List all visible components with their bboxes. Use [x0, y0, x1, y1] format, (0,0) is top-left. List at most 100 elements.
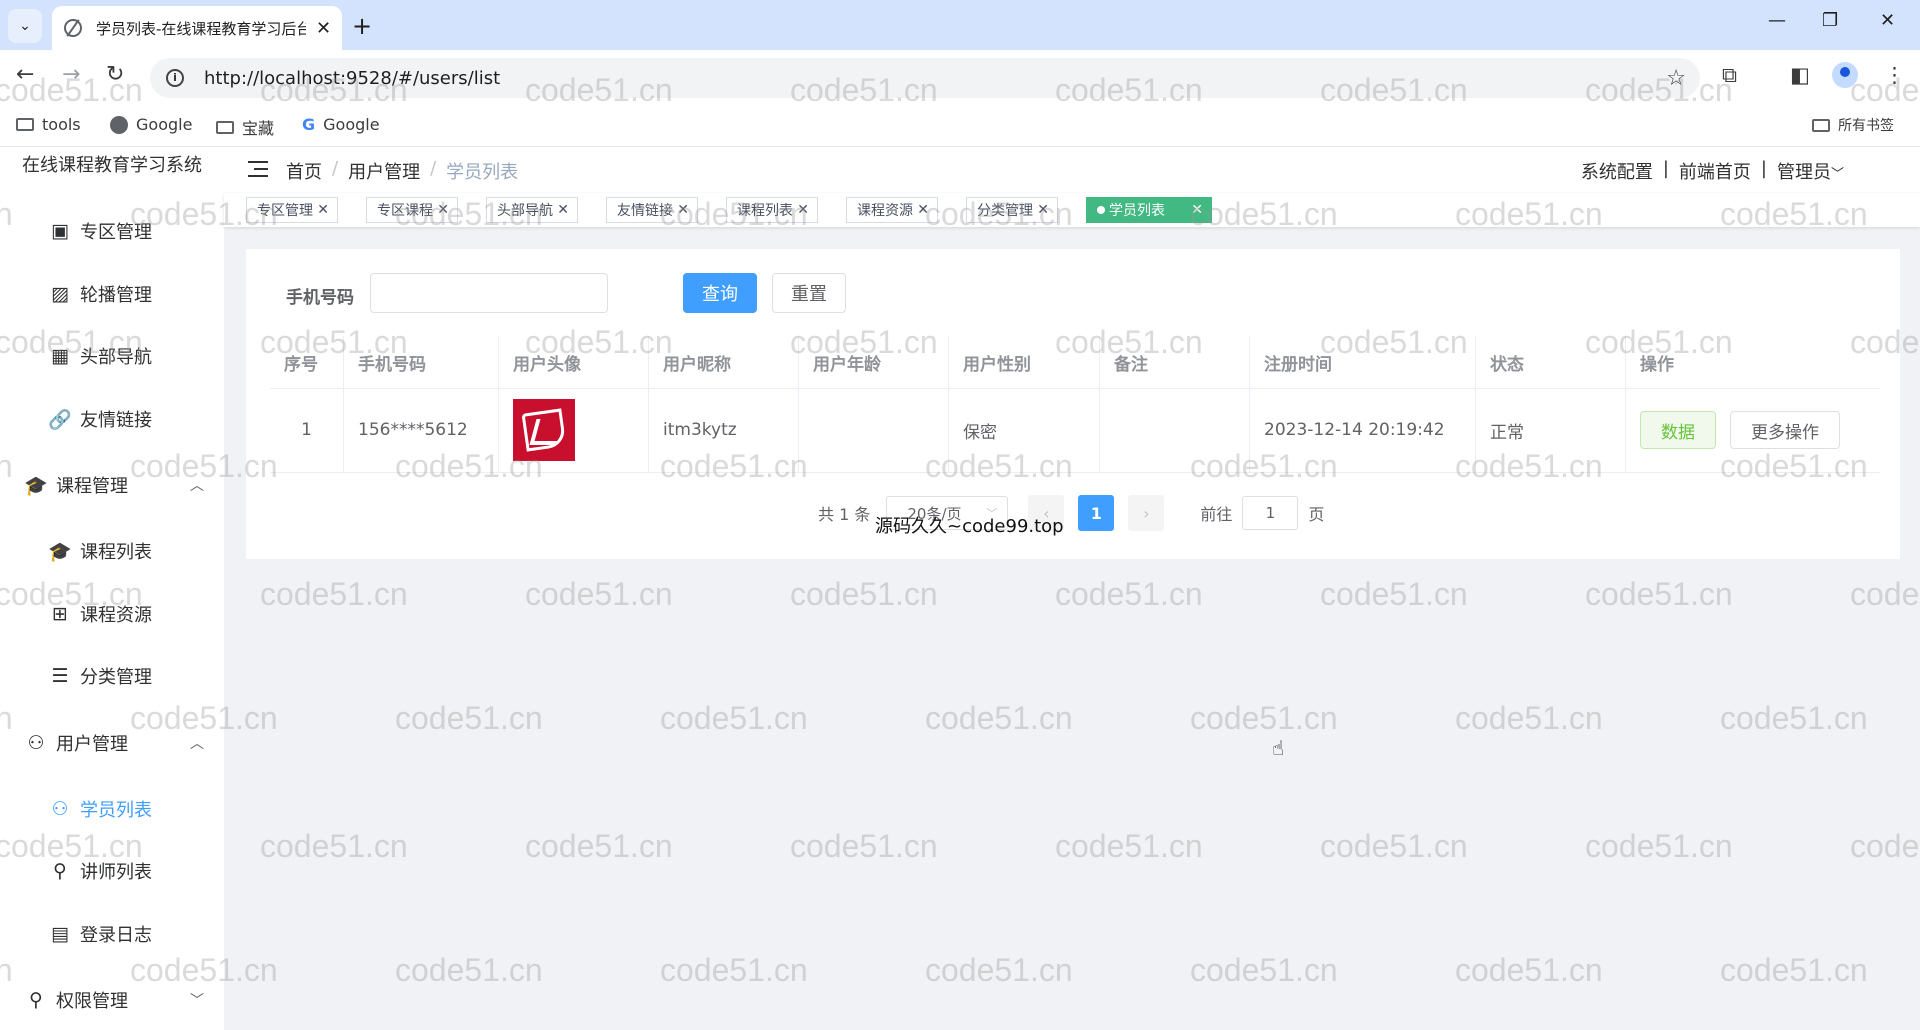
watermark-text: code51.cn — [1320, 828, 1468, 864]
phone-search-input[interactable] — [370, 273, 608, 313]
watermark-text: code51.cn — [790, 576, 938, 612]
sidebar-group-permission[interactable]: ⚲ 权限管理 ﹀ — [24, 987, 204, 1013]
sidebar-item-carousel[interactable]: ▨ 轮播管理 — [48, 281, 152, 307]
watermark-text: code51.cn — [1850, 576, 1920, 612]
next-page-button[interactable]: › — [1128, 495, 1165, 531]
close-icon[interactable]: ✕ — [797, 202, 809, 218]
user-avatar-image[interactable] — [513, 399, 575, 461]
close-icon[interactable]: ✕ — [677, 202, 689, 218]
admin-dropdown[interactable]: 管理员﹀ — [1777, 158, 1844, 184]
tab-search-button[interactable]: ⌄ — [8, 9, 42, 43]
browser-tab-strip: ⌄ 学员列表-在线课程教育学习后台 ✕ + — ❐ ✕ — [0, 0, 1920, 50]
zone-icon: ▣ — [51, 220, 69, 242]
bookmark-tools[interactable]: tools — [16, 115, 81, 134]
breadcrumb-home[interactable]: 首页 — [286, 158, 322, 184]
close-icon[interactable]: ✕ — [917, 202, 929, 218]
sidebar-item-teacher-list[interactable]: ⚲ 讲师列表 — [48, 858, 152, 884]
tab-close-icon[interactable]: ✕ — [316, 18, 331, 39]
more-actions-button[interactable]: 更多操作 — [1730, 411, 1840, 449]
close-icon[interactable]: ✕ — [1037, 202, 1049, 218]
cell-status: 正常 — [1476, 388, 1626, 472]
watermark-text: code51.cn — [525, 828, 673, 864]
sidebar-group-user[interactable]: ⚇ 用户管理 ︿ — [24, 730, 204, 756]
watermark-text: code51.cn — [925, 952, 1073, 988]
bookmarks-bar: tools Google 宝藏 G Google 所有书签 — [0, 106, 1920, 147]
total-count: 共 1 条 — [818, 505, 871, 524]
back-icon[interactable]: ← — [16, 62, 34, 87]
bookmark-treasure[interactable]: 宝藏 — [216, 115, 274, 139]
sidebar-item-label: 权限管理 — [56, 991, 128, 1012]
system-config-link[interactable]: 系统配置 — [1581, 158, 1653, 184]
tag-links[interactable]: 友情链接 ✕ — [606, 197, 698, 223]
data-button[interactable]: 数据 — [1640, 411, 1716, 449]
tag-zone-course[interactable]: 专区课程 ✕ — [366, 197, 458, 223]
col-avatar: 用户头像 — [499, 336, 649, 388]
sidebar-item-category[interactable]: ☰ 分类管理 — [48, 663, 152, 689]
col-remark: 备注 — [1100, 336, 1250, 388]
tag-label: 课程资源 — [857, 203, 913, 219]
col-gender: 用户性别 — [949, 336, 1100, 388]
close-icon[interactable]: ✕ — [317, 202, 329, 218]
browser-tab[interactable]: 学员列表-在线课程教育学习后台 ✕ — [52, 6, 342, 50]
folder-icon — [216, 120, 234, 134]
sidebar-item-label: 课程资源 — [80, 605, 152, 626]
bookmark-google-1[interactable]: Google — [110, 115, 192, 134]
users-icon: ⚇ — [27, 732, 45, 754]
site-info-icon[interactable]: i — [166, 69, 184, 87]
profile-avatar-icon[interactable] — [1832, 62, 1858, 88]
tag-student-list[interactable]: 学员列表 ✕ — [1086, 197, 1212, 223]
cell-nickname: itm3kytz — [649, 388, 799, 472]
hamburger-icon[interactable] — [248, 161, 268, 177]
bookmark-google-2[interactable]: G Google — [302, 115, 380, 134]
query-button[interactable]: 查询 — [683, 273, 757, 313]
close-icon[interactable]: ✕ — [437, 202, 449, 218]
close-icon[interactable]: ✕ — [1191, 202, 1203, 218]
sidebar-item-links[interactable]: 🔗 友情链接 — [48, 406, 152, 432]
sidebar-item-header-nav[interactable]: ▦ 头部导航 — [48, 343, 152, 369]
tag-course-list[interactable]: 课程列表 ✕ — [726, 197, 818, 223]
breadcrumb-user-management[interactable]: 用户管理 — [348, 158, 420, 184]
sidebar-item-course-resource[interactable]: ⊞ 课程资源 — [48, 601, 152, 627]
watermark-text: code51.cn — [1190, 700, 1338, 736]
tag-header-nav[interactable]: 头部导航 ✕ — [486, 197, 578, 223]
frontend-home-link[interactable]: 前端首页 — [1679, 158, 1751, 184]
document-icon: ▤ — [51, 923, 69, 945]
side-panel-icon[interactable]: ◧ — [1790, 63, 1810, 87]
extensions-icon[interactable]: ⧉ — [1722, 63, 1737, 88]
bookmark-label: 所有书签 — [1838, 118, 1894, 134]
tag-course-resource[interactable]: 课程资源 ✕ — [846, 197, 938, 223]
minimize-button[interactable]: — — [1768, 10, 1786, 31]
page-number-current[interactable]: 1 — [1078, 495, 1115, 531]
reload-icon[interactable]: ↻ — [106, 62, 124, 87]
close-icon[interactable]: ✕ — [557, 202, 569, 218]
all-bookmarks[interactable]: 所有书签 — [1812, 115, 1894, 135]
goto-page-input[interactable]: 1 — [1242, 496, 1299, 530]
restore-button[interactable]: ❐ — [1822, 10, 1838, 31]
navbar: 首页 / 用户管理 / 学员列表 系统配置 | 前端首页 | 管理员﹀ — [224, 147, 1920, 194]
url-input[interactable]: i http://localhost:9528/#/users/list ☆ — [150, 58, 1700, 98]
watermark-text: code51.cn — [1585, 828, 1733, 864]
watermark-text: code51.cn — [260, 828, 408, 864]
sidebar-group-course[interactable]: 🎓 课程管理 ︿ — [24, 472, 204, 498]
col-registered: 注册时间 — [1250, 336, 1476, 388]
cell-registered: 2023-12-14 20:19:42 — [1250, 388, 1476, 472]
sidebar-item-student-list[interactable]: ⚇ 学员列表 — [48, 796, 152, 822]
reset-button[interactable]: 重置 — [772, 273, 846, 313]
forward-icon[interactable]: → — [62, 62, 80, 87]
breadcrumb-separator: / — [332, 158, 339, 179]
goto-label: 前往 — [1200, 505, 1233, 524]
new-tab-button[interactable]: + — [352, 12, 372, 40]
active-dot-icon — [1097, 206, 1105, 214]
top-separator: | — [1662, 158, 1669, 179]
sidebar-item-login-log[interactable]: ▤ 登录日志 — [48, 921, 152, 947]
more-menu-icon[interactable]: ⋮ — [1884, 63, 1905, 87]
cell-phone: 156****5612 — [344, 388, 499, 472]
tag-category[interactable]: 分类管理 ✕ — [966, 197, 1058, 223]
chevron-down-icon: ﹀ — [1830, 167, 1844, 182]
bookmark-star-icon[interactable]: ☆ — [1666, 66, 1686, 91]
close-window-button[interactable]: ✕ — [1880, 10, 1895, 31]
sidebar-item-zone[interactable]: ▣ 专区管理 — [48, 218, 152, 244]
calendar-icon: ▦ — [51, 345, 69, 367]
sidebar-item-course-list[interactable]: 🎓 课程列表 — [48, 538, 152, 564]
tag-zone[interactable]: 专区管理 ✕ — [246, 197, 338, 223]
